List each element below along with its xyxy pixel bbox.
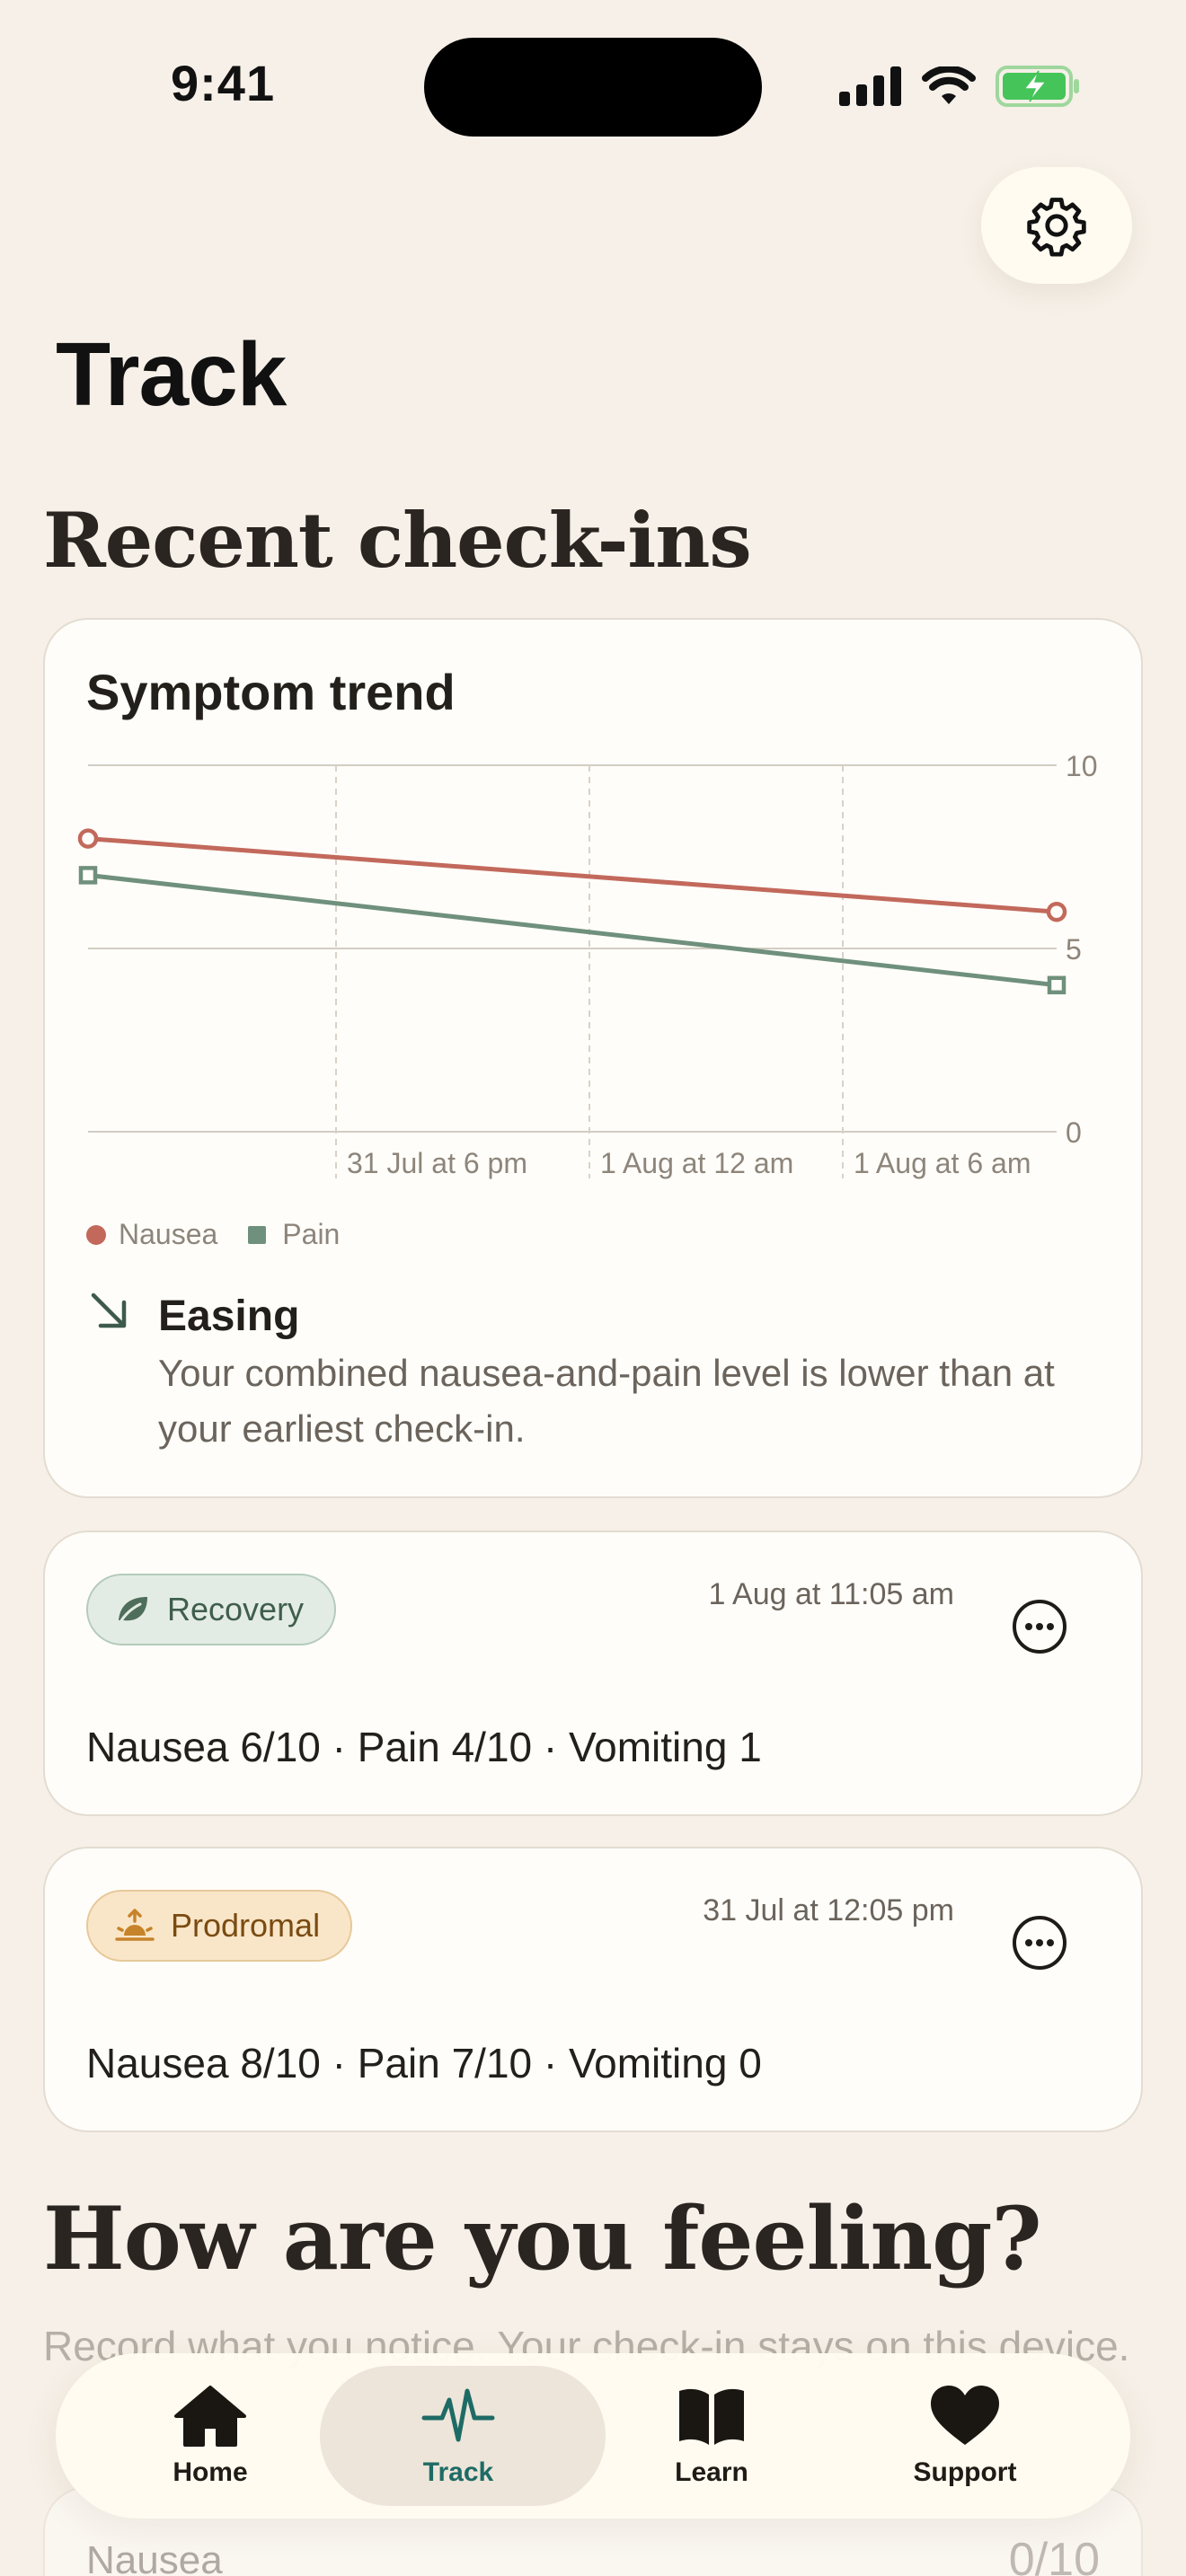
x-tick-label: 31 Jul at 6 pm xyxy=(347,1147,527,1179)
book-icon xyxy=(679,2388,744,2445)
home-icon xyxy=(174,2386,246,2447)
legend-nausea-label: Nausea xyxy=(119,1218,218,1250)
tab-bar: Home Track Learn Support xyxy=(56,2353,1130,2519)
entry-timestamp: 1 Aug at 11:05 am xyxy=(708,1577,954,1611)
recent-checkins-title: Recent check-ins xyxy=(43,496,752,585)
heart-icon xyxy=(931,2386,999,2445)
cellular-signal-icon xyxy=(839,66,901,106)
legend-pain-label: Pain xyxy=(282,1218,341,1250)
y-tick-label: 5 xyxy=(1066,933,1082,966)
series-line-pain xyxy=(85,872,1059,988)
data-point-pain xyxy=(78,866,98,885)
more-options-icon[interactable] xyxy=(1012,1599,1067,1654)
gear-icon xyxy=(1027,198,1086,257)
nausea-input-value: 0/10 xyxy=(1008,2534,1100,2576)
data-point-nausea xyxy=(77,828,99,849)
pulse-icon xyxy=(421,2388,495,2442)
chart-legend: Nausea Pain xyxy=(86,1218,340,1251)
page-title: Track xyxy=(56,324,287,425)
more-options-icon[interactable] xyxy=(1012,1915,1067,1971)
leaf-icon xyxy=(119,1597,147,1624)
feeling-title: How are you feeling? xyxy=(43,2188,1042,2289)
symptom-trend-card: Symptom trend 0 5 10 31 Jul at 6 pm 1 Aug at… xyxy=(43,618,1143,1498)
sunrise-icon xyxy=(115,1909,155,1941)
entry-summary: Nausea 8/10 · Pain 7/10 · Vomiting 0 xyxy=(86,2040,762,2086)
track-screen: 9:41 Track Recent check-ins Symptom tren… xyxy=(0,0,1186,2576)
tab-learn[interactable]: Learn xyxy=(577,2353,846,2519)
tab-label: Learn xyxy=(675,2457,748,2487)
phase-badge: Recovery xyxy=(86,1574,337,1645)
phase-badge: Prodromal xyxy=(86,1890,353,1962)
entry-timestamp: 31 Jul at 12:05 pm xyxy=(703,1893,954,1928)
battery-charging-icon xyxy=(996,66,1079,107)
status-icons xyxy=(839,61,1080,111)
entry-summary: Nausea 6/10 · Pain 4/10 · Vomiting 1 xyxy=(86,1724,762,1770)
x-tick-label: 1 Aug at 6 am xyxy=(854,1147,1031,1179)
settings-button[interactable] xyxy=(981,167,1132,284)
y-tick-label: 0 xyxy=(1066,1116,1082,1149)
y-tick-label: 10 xyxy=(1066,750,1098,782)
symptom-trend-chart: 0 5 10 31 Jul at 6 pm 1 Aug at 12 am 1 Aug at… xyxy=(77,750,1098,1179)
data-point-nausea xyxy=(1046,901,1067,922)
wifi-icon xyxy=(922,66,976,104)
nausea-input-label: Nausea xyxy=(86,2538,223,2576)
checkin-entry[interactable]: Recovery 1 Aug at 11:05 am Nausea 6/10 ·… xyxy=(43,1531,1143,1816)
trend-label: Easing xyxy=(158,1292,300,1340)
tab-label: Home xyxy=(173,2457,248,2487)
legend-nausea-swatch xyxy=(86,1224,106,1245)
dynamic-island xyxy=(424,38,762,137)
tab-label: Support xyxy=(913,2457,1017,2487)
phase-label: Recovery xyxy=(167,1591,305,1628)
trend-description: Your combined nausea-and-pain level is l… xyxy=(158,1352,1055,1450)
checkin-entry[interactable]: Prodromal 31 Jul at 12:05 pm Nausea 8/10… xyxy=(43,1847,1143,2132)
status-time: 9:41 xyxy=(171,55,276,111)
tab-support[interactable]: Support xyxy=(830,2353,1100,2519)
arrow-down-right-icon xyxy=(91,1292,127,1328)
tab-track[interactable]: Track xyxy=(320,2353,606,2519)
tab-label: Track xyxy=(422,2457,494,2487)
phase-label: Prodromal xyxy=(171,1907,321,1944)
data-point-pain xyxy=(1047,975,1067,995)
series-line-nausea xyxy=(85,836,1059,914)
tab-home[interactable]: Home xyxy=(75,2353,345,2519)
x-tick-label: 1 Aug at 12 am xyxy=(600,1147,793,1179)
legend-pain-swatch xyxy=(248,1225,267,1244)
